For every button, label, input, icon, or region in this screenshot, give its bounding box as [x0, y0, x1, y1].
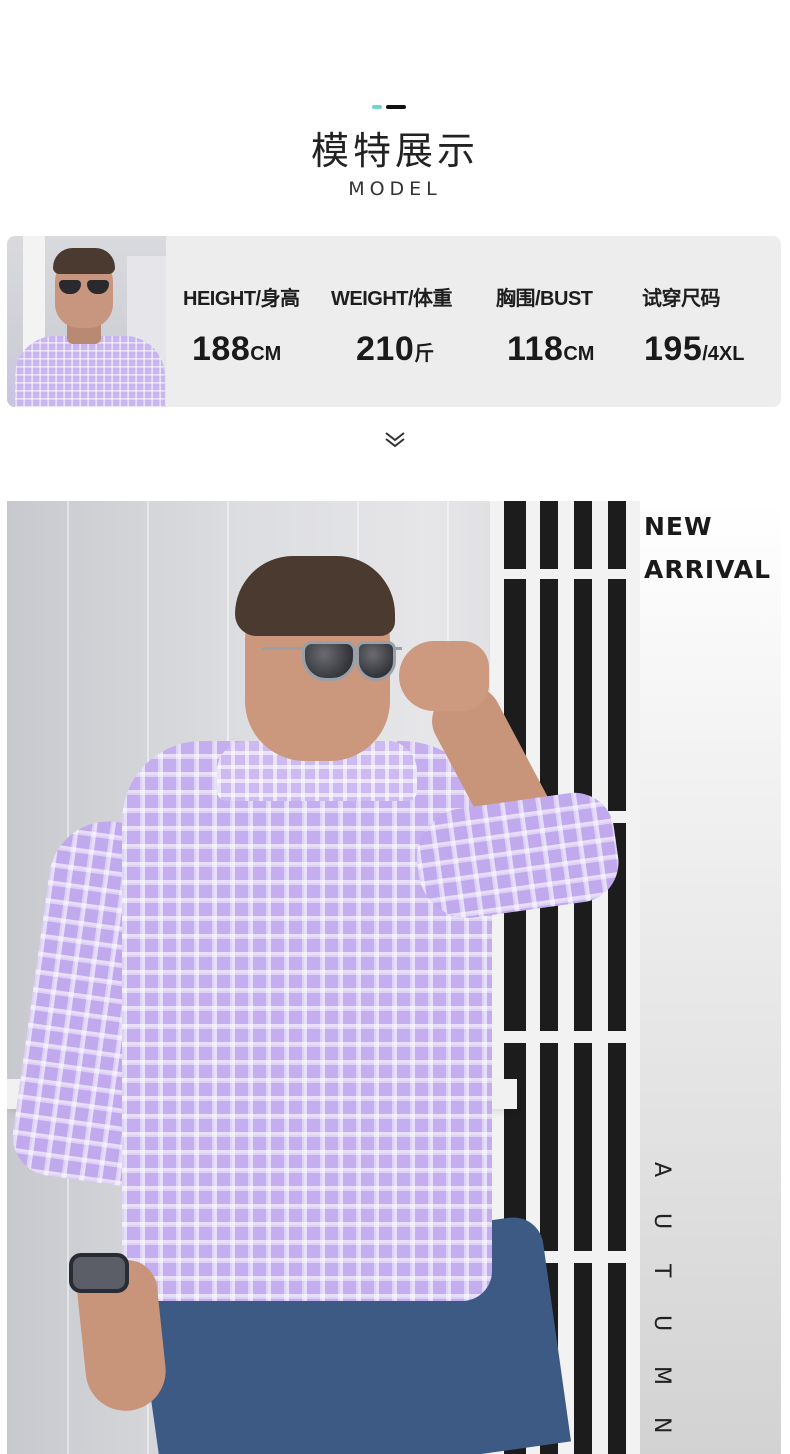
model-thumbnail [7, 236, 166, 407]
stat-value: 188CM [192, 330, 281, 369]
stat-unit: 斤 [414, 343, 435, 365]
autumn-letter: N [649, 1417, 674, 1434]
title-accent-bar [372, 105, 406, 109]
autumn-letter: A [649, 1162, 674, 1178]
autumn-letter: M [649, 1366, 674, 1385]
stat-value: 210斤 [356, 330, 434, 369]
section-subtitle: MODEL [348, 178, 442, 200]
model-stats-card: HEIGHT/身高 188CM WEIGHT/体重 210斤 胸围/BUST 1… [7, 236, 781, 407]
new-arrival-badge: NEW ARRIVAL [644, 505, 771, 591]
accent-black-dash [386, 105, 406, 109]
section-title: 模特展示 [310, 129, 479, 173]
autumn-letter: U [649, 1315, 674, 1332]
stat-number: 195 [644, 330, 703, 368]
stat-label: 胸围/BUST [496, 288, 593, 310]
autumn-letter: T [649, 1264, 674, 1278]
accent-teal-dash [372, 105, 382, 109]
stat-number: 118 [507, 330, 564, 368]
stat-unit: CM [250, 343, 282, 365]
stat-label: 试穿尺码 [642, 288, 721, 310]
badge-line-1: NEW [644, 512, 713, 541]
stat-value: 195/4XL [644, 330, 744, 369]
stat-value: 118CM [507, 330, 594, 369]
stat-number: 210 [356, 330, 415, 368]
double-chevron-down-icon[interactable] [383, 430, 407, 450]
stat-label: WEIGHT/体重 [331, 288, 453, 310]
stat-unit: /4XL [702, 343, 745, 365]
sunglasses-icon [262, 641, 402, 691]
hand-on-glasses [399, 641, 489, 711]
stat-label: HEIGHT/身高 [183, 288, 300, 310]
stat-unit: CM [563, 343, 595, 365]
wristwatch-icon [69, 1253, 129, 1293]
badge-line-2: ARRIVAL [644, 555, 772, 584]
autumn-letter: U [649, 1213, 674, 1230]
model-figure [7, 501, 647, 1454]
model-hair [235, 556, 395, 636]
autumn-vertical-text: A U T U M N [648, 1160, 678, 1454]
stat-number: 188 [192, 330, 251, 368]
